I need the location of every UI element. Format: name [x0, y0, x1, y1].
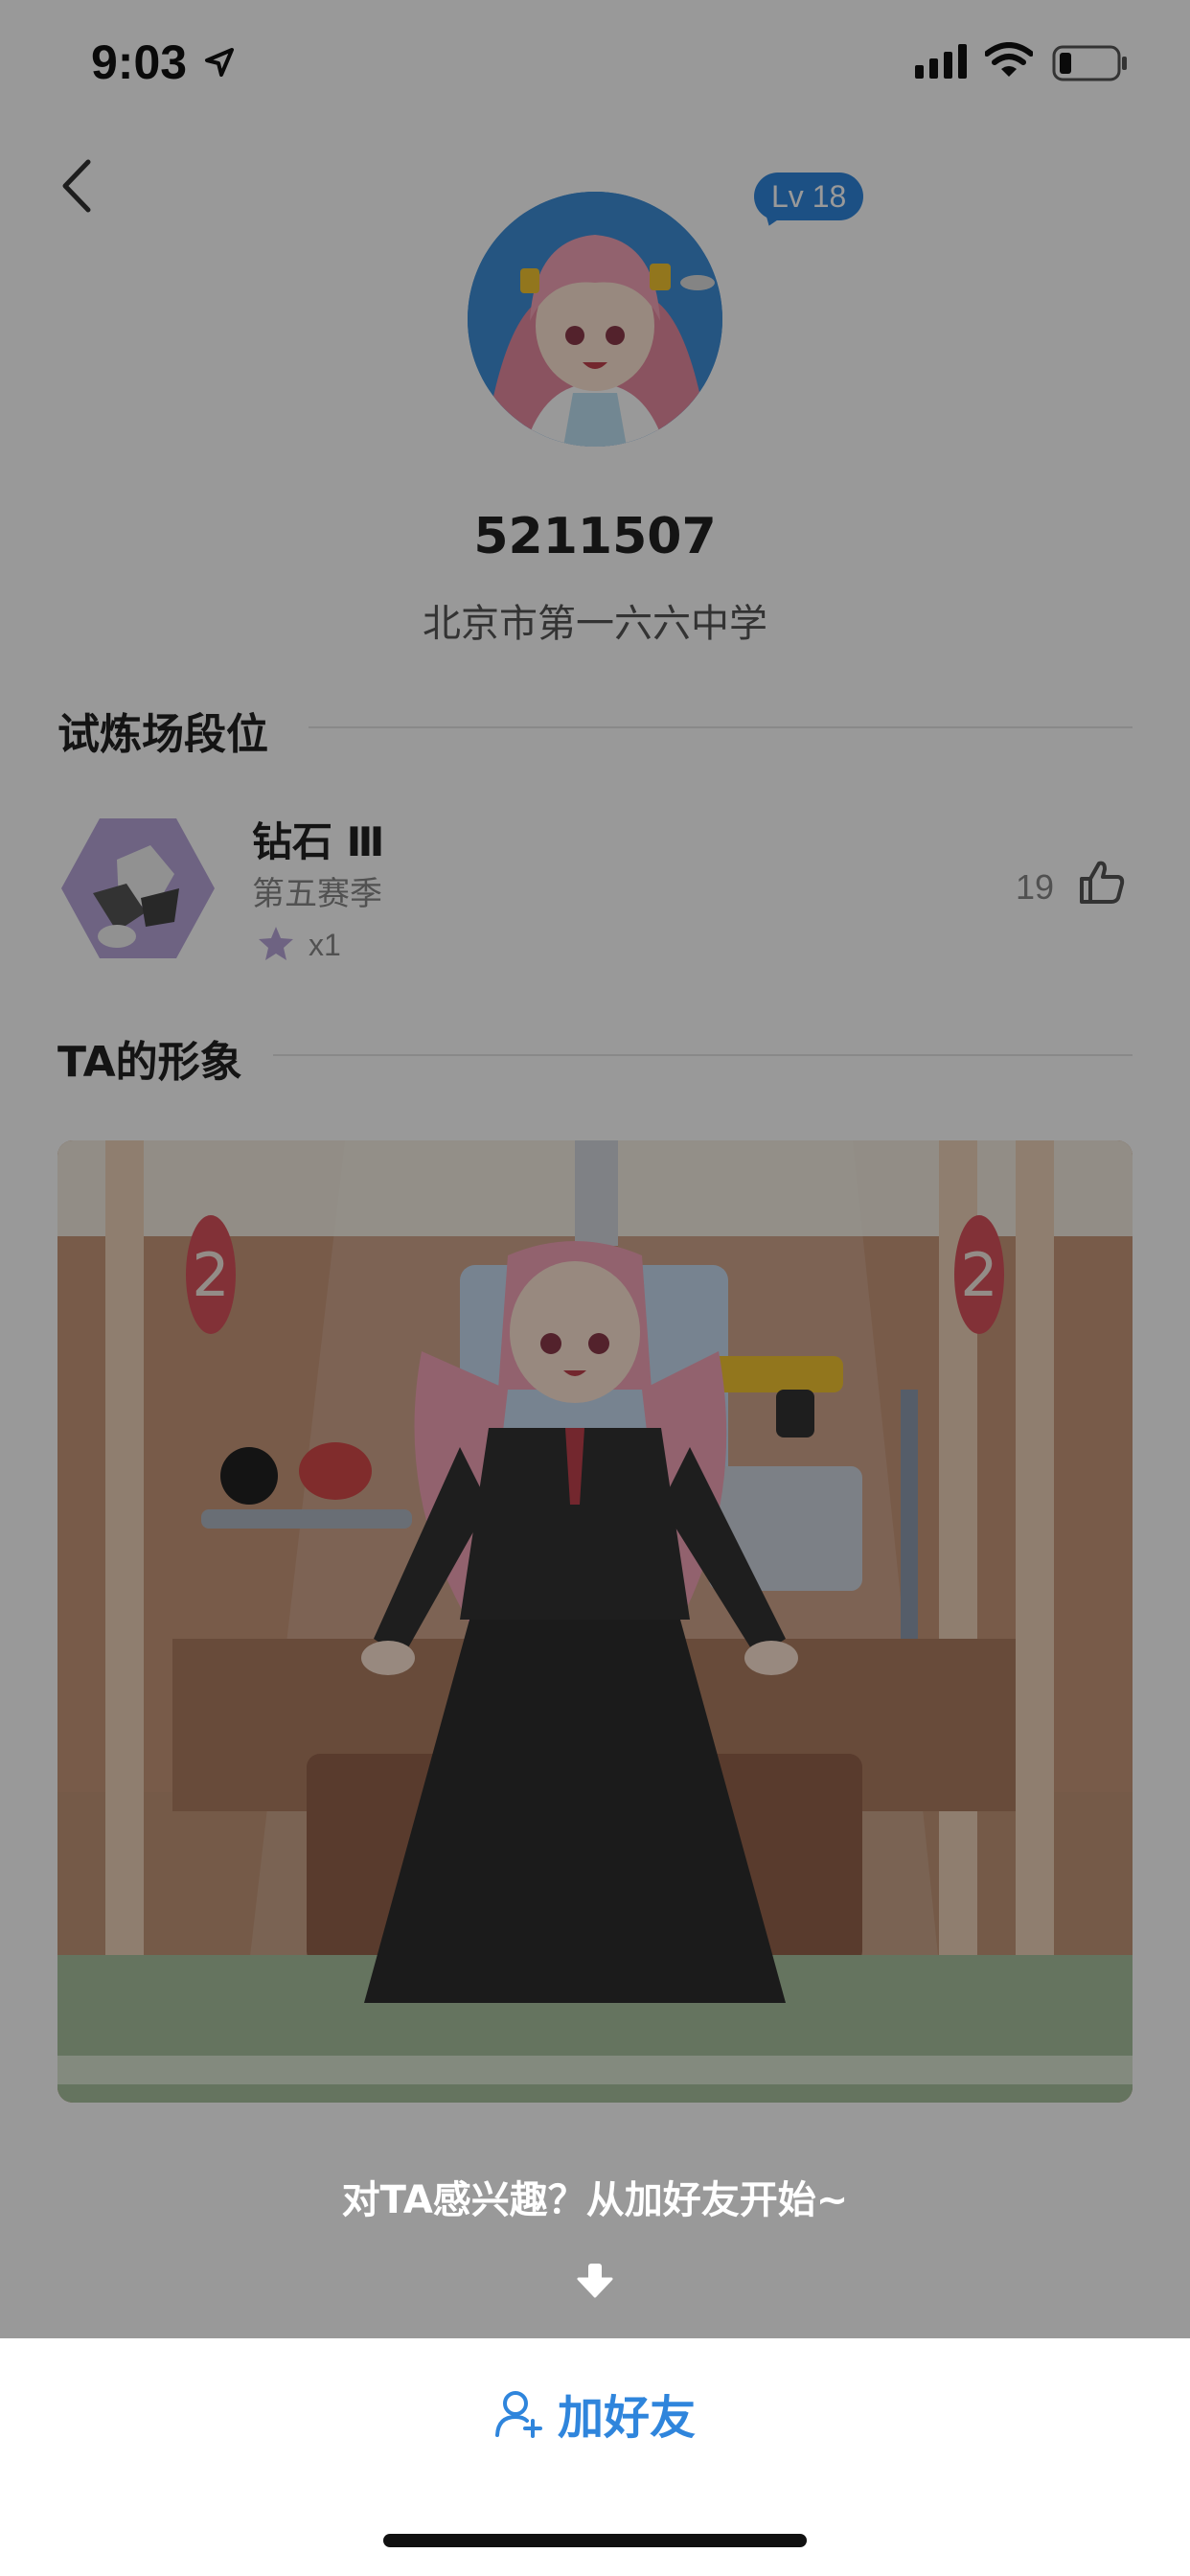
add-friend-label: 加好友	[557, 2391, 696, 2445]
dim-overlay[interactable]	[0, 0, 1190, 2338]
down-arrow-icon	[577, 2264, 613, 2298]
add-friend-button[interactable]: 加好友	[0, 2375, 1190, 2451]
add-friend-hint: 对TA感兴趣？从加好友开始~	[341, 2178, 849, 2222]
home-indicator[interactable]	[383, 2534, 807, 2547]
add-user-icon	[494, 2391, 542, 2438]
profile-page: 9:03 Lv 18 5211507 北京市第一六六中学 试炼场段位 钻石 Ⅲ …	[0, 0, 1190, 2576]
